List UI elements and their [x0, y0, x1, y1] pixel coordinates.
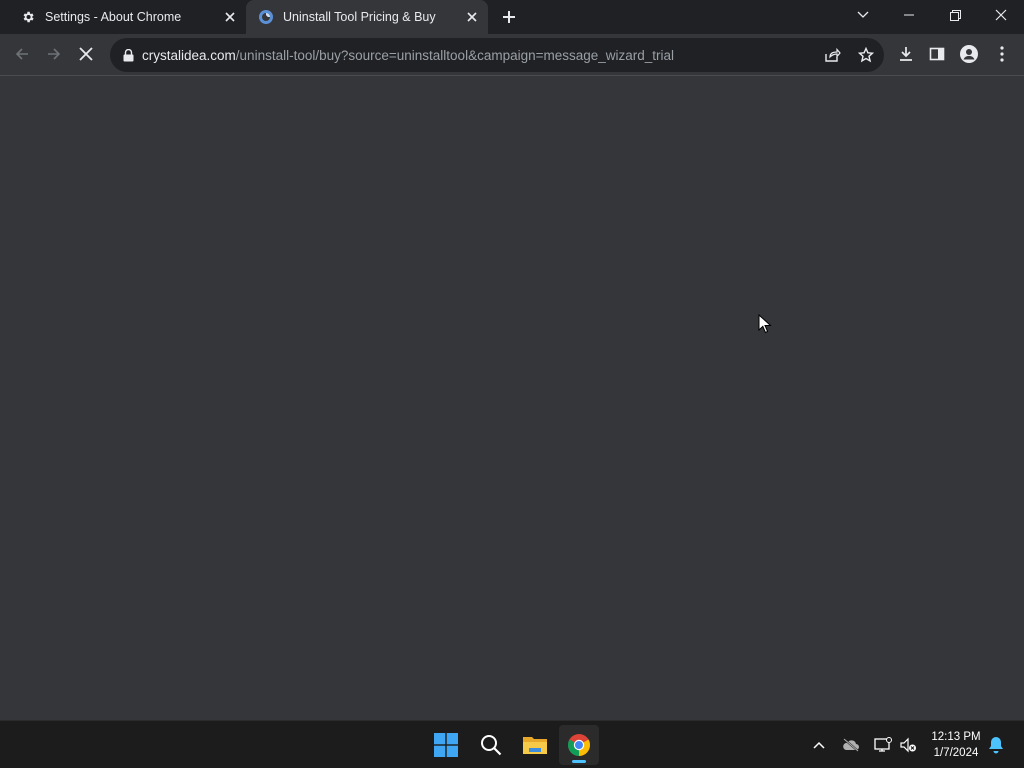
onedrive-button[interactable]: [840, 734, 862, 756]
tab-title: Uninstall Tool Pricing & Buy: [283, 10, 436, 24]
start-icon: [434, 733, 458, 757]
arrow-right-icon: [48, 48, 61, 60]
star-icon: [858, 47, 874, 63]
url-text[interactable]: crystalidea.com/uninstall-tool/buy?sourc…: [142, 48, 674, 63]
mouse-cursor-icon: [758, 314, 772, 334]
search-button[interactable]: [471, 725, 511, 765]
network-icon: [874, 737, 892, 752]
more-vertical-icon: [1000, 46, 1004, 62]
forward-button[interactable]: [39, 39, 69, 69]
cloud-offline-icon: [843, 738, 859, 752]
file-explorer-icon: [523, 737, 547, 754]
stop-loading-button[interactable]: [71, 39, 101, 69]
chrome-taskbar-button[interactable]: [559, 725, 599, 765]
tab-settings[interactable]: Settings - About Chrome: [8, 0, 246, 34]
download-button[interactable]: [891, 39, 921, 69]
page-content[interactable]: [0, 77, 1024, 720]
restore-icon: [949, 9, 961, 21]
share-button[interactable]: [820, 42, 846, 68]
plus-icon: [503, 11, 515, 23]
volume-muted-icon: [900, 737, 916, 753]
download-icon: [900, 47, 912, 61]
lock-icon[interactable]: [120, 47, 136, 63]
close-icon: [79, 47, 93, 61]
file-explorer-button[interactable]: [515, 725, 555, 765]
menu-button[interactable]: [987, 39, 1017, 69]
taskbar-clock[interactable]: 12:13 PM 1/7/2024: [924, 729, 988, 761]
running-indicator: [572, 760, 586, 763]
avatar-icon: [960, 45, 978, 63]
tab-search-button[interactable]: [840, 0, 886, 30]
bookmark-button[interactable]: [853, 42, 879, 68]
profile-button[interactable]: [954, 39, 984, 69]
back-button[interactable]: [7, 39, 37, 69]
close-icon: [995, 9, 1007, 21]
chrome-icon: [568, 734, 590, 756]
address-bar[interactable]: crystalidea.com/uninstall-tool/buy?sourc…: [110, 38, 884, 72]
share-icon: [825, 48, 841, 62]
show-hidden-icons-button[interactable]: [808, 734, 830, 756]
volume-button[interactable]: [897, 734, 919, 756]
search-icon: [481, 735, 502, 756]
close-window-button[interactable]: [978, 0, 1024, 30]
tab-strip: Settings - About Chrome Uninstall Tool P…: [0, 0, 1024, 34]
taskbar: 12:13 PM 1/7/2024: [0, 720, 1024, 768]
side-panel-icon: [929, 47, 945, 61]
minimize-button[interactable]: [886, 0, 932, 30]
gear-icon: [20, 9, 36, 25]
notifications-button[interactable]: [985, 734, 1007, 756]
chevron-up-icon: [813, 741, 825, 749]
close-icon[interactable]: [220, 7, 240, 27]
tab-title: Settings - About Chrome: [45, 10, 182, 24]
new-tab-button[interactable]: [498, 6, 520, 28]
clock-time: 12:13 PM: [931, 731, 981, 743]
crystalidea-favicon-icon: [258, 9, 274, 25]
side-panel-button[interactable]: [922, 39, 952, 69]
clock-date: 1/7/2024: [933, 747, 979, 759]
bell-icon: [989, 737, 1003, 754]
url-path: /uninstall-tool/buy?source=uninstalltool…: [235, 47, 675, 63]
start-button[interactable]: [426, 725, 466, 765]
url-host: crystalidea.com: [142, 47, 236, 63]
close-icon[interactable]: [462, 7, 482, 27]
arrow-left-icon: [15, 48, 28, 60]
restore-button[interactable]: [932, 0, 978, 30]
chevron-down-icon: [857, 11, 869, 18]
minimize-icon: [904, 14, 914, 16]
network-button[interactable]: [872, 734, 894, 756]
tab-uninstall-tool[interactable]: Uninstall Tool Pricing & Buy: [246, 0, 488, 34]
